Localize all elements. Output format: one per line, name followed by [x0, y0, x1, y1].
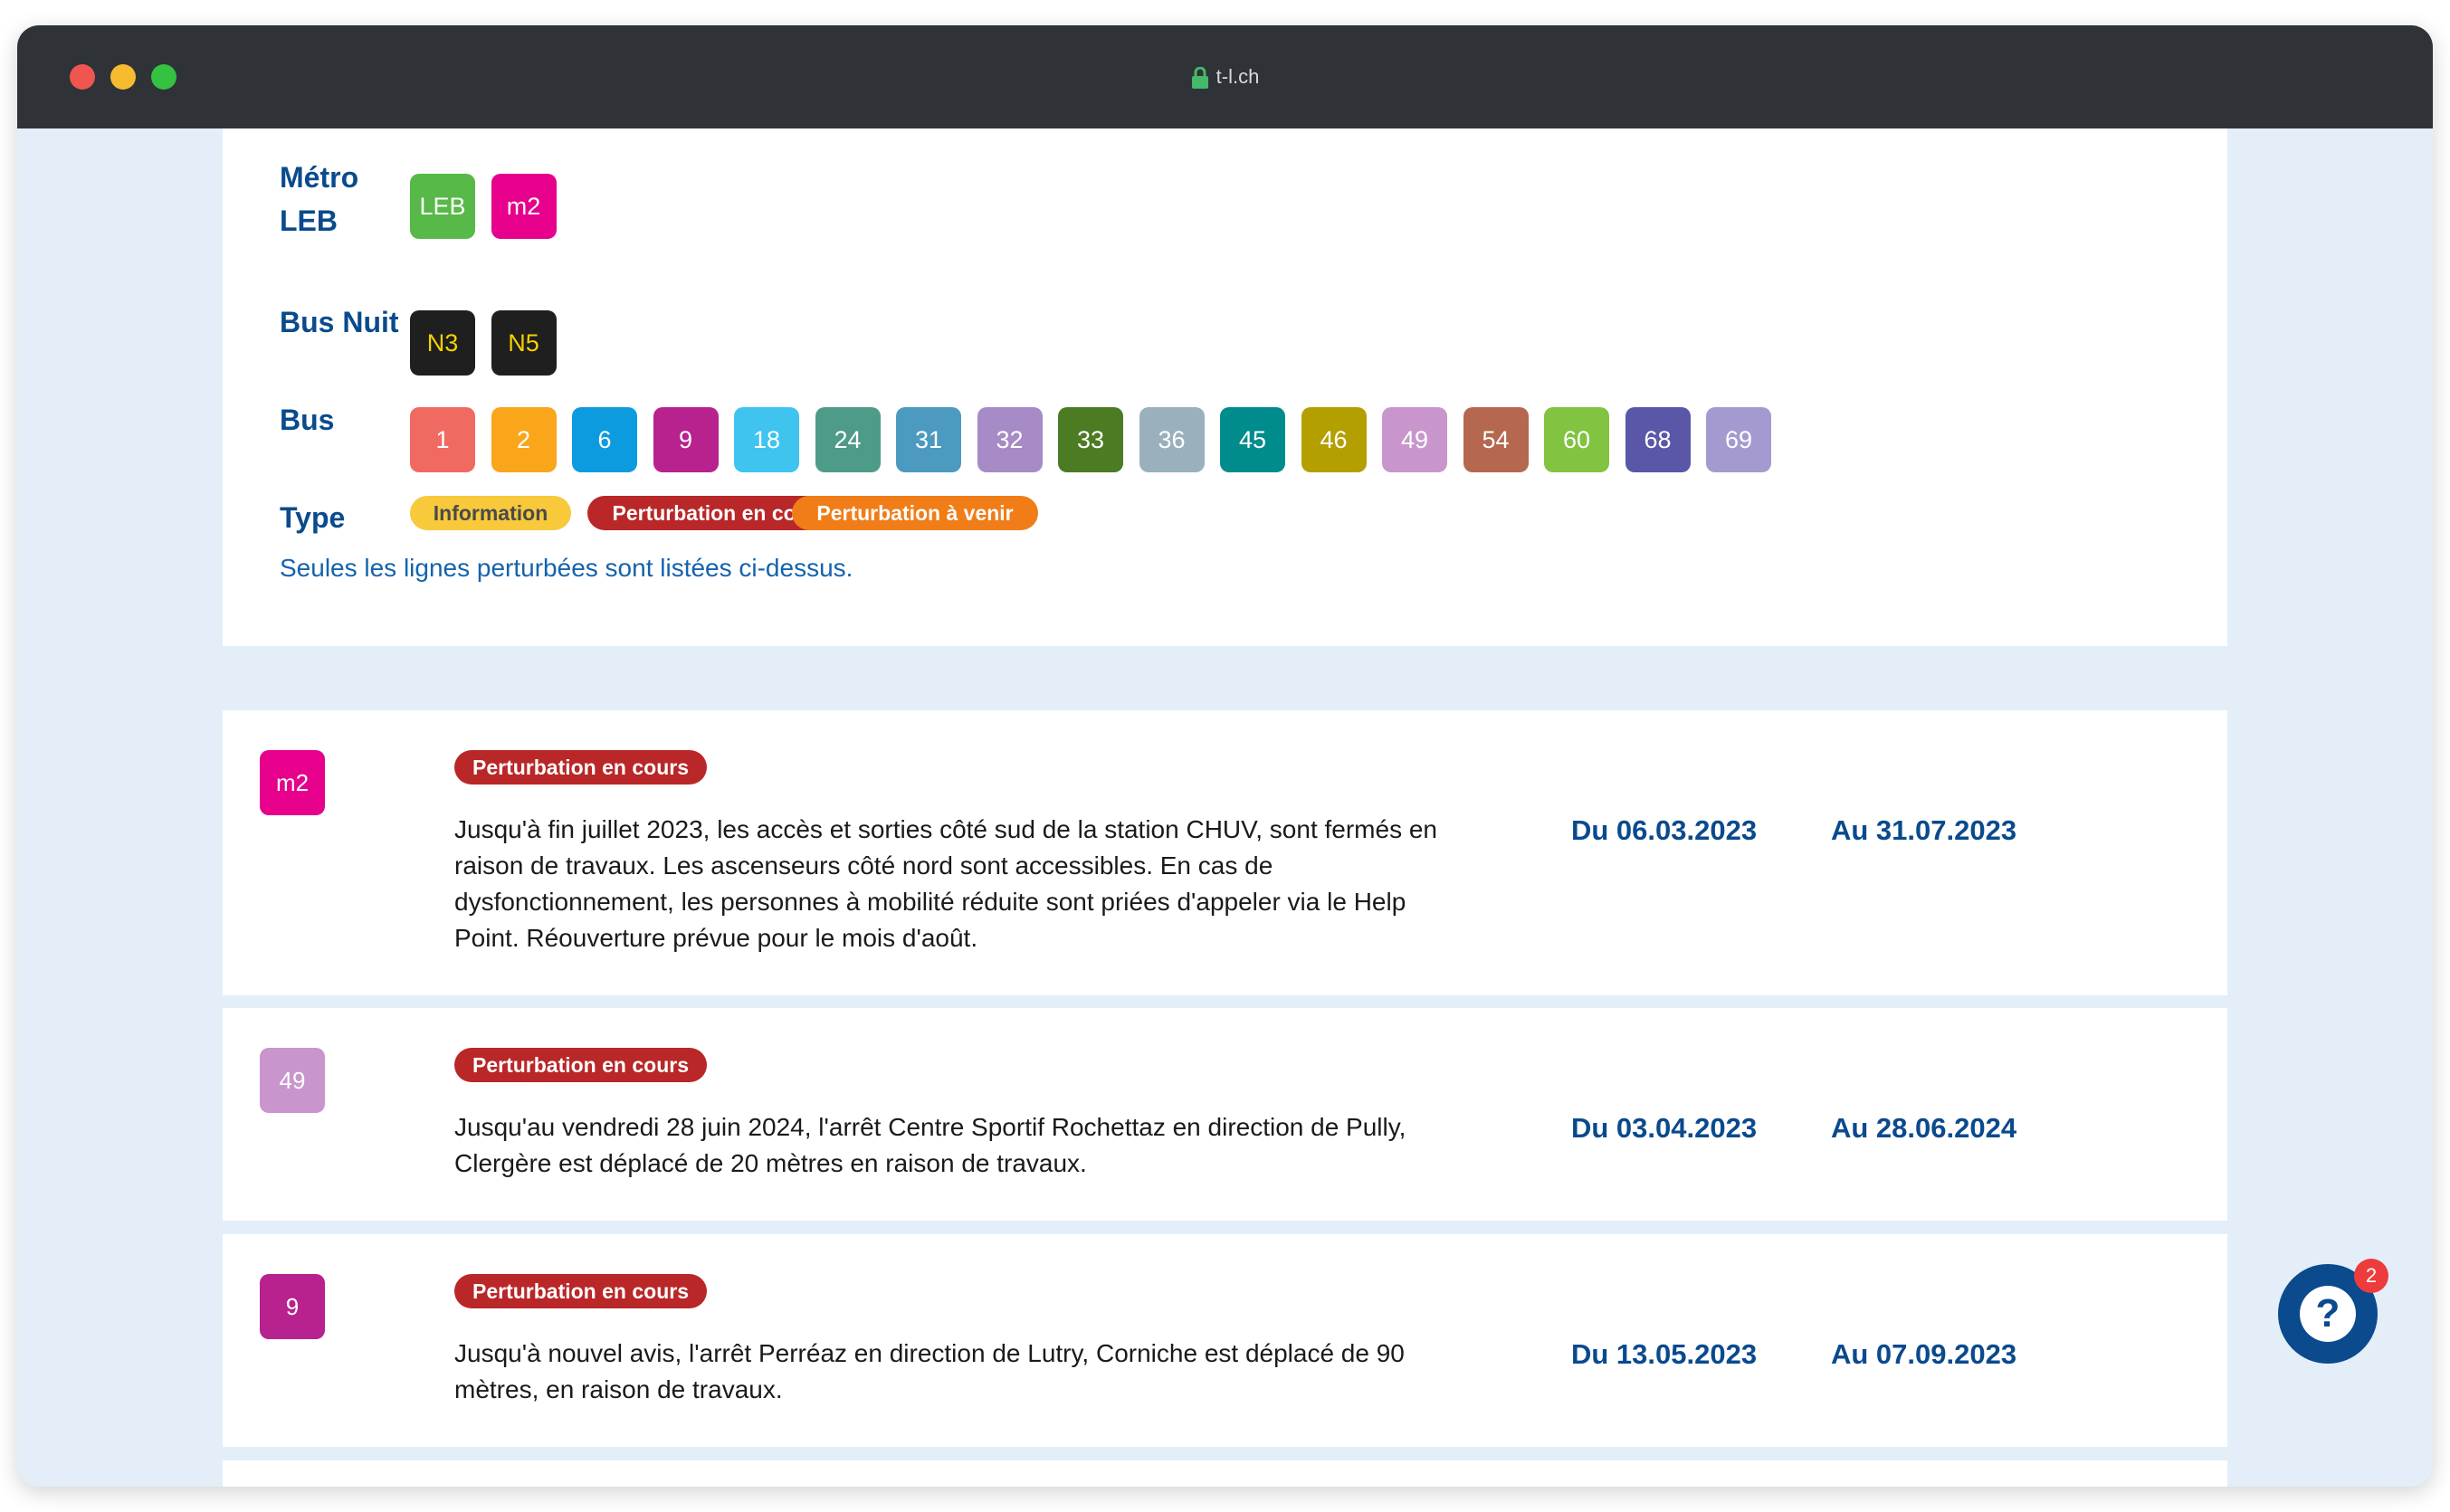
type-tag-2[interactable]: Perturbation à venir [792, 496, 1038, 530]
disruption-description: Jusqu'à fin juillet 2023, les accès et s… [454, 815, 1437, 952]
date-from: Du 06.03.2023 [1571, 814, 1758, 846]
type-tag-0[interactable]: Information [410, 496, 571, 530]
line-chip-bus-33[interactable]: 33 [1058, 407, 1123, 472]
line-chip-bus-60[interactable]: 60 [1544, 407, 1609, 472]
notification-badge: 2 [2354, 1259, 2388, 1293]
filter-note: Seules les lignes perturbées sont listée… [280, 554, 853, 582]
disruption-card[interactable]: 9 Perturbation en cours Jusqu'à nouvel avi… [223, 1234, 2227, 1447]
address-bar[interactable]: t-l.ch [17, 62, 2433, 98]
status-tag: Perturbation en cours [454, 1274, 707, 1308]
disruption-card[interactable] [223, 1460, 2227, 1487]
line-badge: 9 [260, 1274, 325, 1339]
help-chat-button[interactable]: ? 2 [2278, 1259, 2388, 1364]
status-tag: Perturbation en cours [454, 1048, 707, 1082]
question-icon: ? [2300, 1286, 2356, 1342]
line-chip-bus-1[interactable]: 1 [410, 407, 475, 472]
line-chip-bus-32[interactable]: 32 [977, 407, 1043, 472]
lock-icon [1191, 66, 1209, 98]
line-chip-m2[interactable]: m2 [491, 174, 557, 239]
line-chip-n3[interactable]: N3 [410, 310, 475, 376]
date-to: Au 07.09.2023 [1831, 1338, 2017, 1370]
line-chip-leb[interactable]: LEB [410, 174, 475, 239]
line-badge: m2 [260, 750, 325, 815]
line-chip-bus-6[interactable]: 6 [572, 407, 637, 472]
status-tag: Perturbation en cours [454, 750, 707, 785]
line-chip-bus-9[interactable]: 9 [653, 407, 719, 472]
filter-label-type: Type [280, 501, 346, 534]
line-chip-bus-49[interactable]: 49 [1382, 407, 1447, 472]
browser-titlebar: t-l.ch [17, 25, 2433, 128]
filter-label-bus: Bus [280, 404, 335, 436]
line-chip-n5[interactable]: N5 [491, 310, 557, 376]
line-chip-bus-18[interactable]: 18 [734, 407, 799, 472]
line-chip-bus-54[interactable]: 54 [1463, 407, 1529, 472]
line-chip-bus-45[interactable]: 45 [1220, 407, 1285, 472]
filter-label-bus-nuit: Bus Nuit [280, 306, 399, 338]
line-chip-bus-36[interactable]: 36 [1139, 407, 1205, 472]
line-badge: 49 [260, 1048, 325, 1113]
disruption-description: Jusqu'au vendredi 28 juin 2024, l'arrêt … [454, 1113, 1406, 1177]
filter-label-metro: Métro [280, 161, 359, 194]
page-content: Métro LEB LEB m2 Bus Nuit N3 N5 Bus 1 2 6 9 18… [17, 128, 2433, 1487]
filter-label-leb: LEB [280, 204, 338, 237]
line-chip-bus-46[interactable]: 46 [1301, 407, 1367, 472]
url-text: t-l.ch [1215, 65, 1260, 88]
date-to: Au 31.07.2023 [1831, 814, 2017, 846]
line-chip-bus-69[interactable]: 69 [1706, 407, 1771, 472]
line-chip-bus-31[interactable]: 31 [896, 407, 961, 472]
line-chip-bus-24[interactable]: 24 [815, 407, 881, 472]
disruption-card[interactable]: 49 Perturbation en cours Jusqu'au vendredi… [223, 1008, 2227, 1221]
line-chip-bus-68[interactable]: 68 [1625, 407, 1691, 472]
line-chip-bus-2[interactable]: 2 [491, 407, 557, 472]
date-from: Du 13.05.2023 [1571, 1338, 1758, 1370]
line-filter-panel: Métro LEB LEB m2 Bus Nuit N3 N5 Bus 1 2 6 9 18… [223, 128, 2227, 646]
disruption-description: Jusqu'à nouvel avis, l'arrêt Perréaz en … [454, 1339, 1405, 1403]
date-from: Du 03.04.2023 [1571, 1112, 1758, 1144]
browser-window: t-l.ch Métro LEB LEB m2 Bus Nuit N3 N5 Bus… [17, 25, 2433, 1487]
disruption-card[interactable]: m2 Perturbation en cours Jusqu'à fin juill… [223, 710, 2227, 995]
date-to: Au 28.06.2024 [1831, 1112, 2017, 1144]
